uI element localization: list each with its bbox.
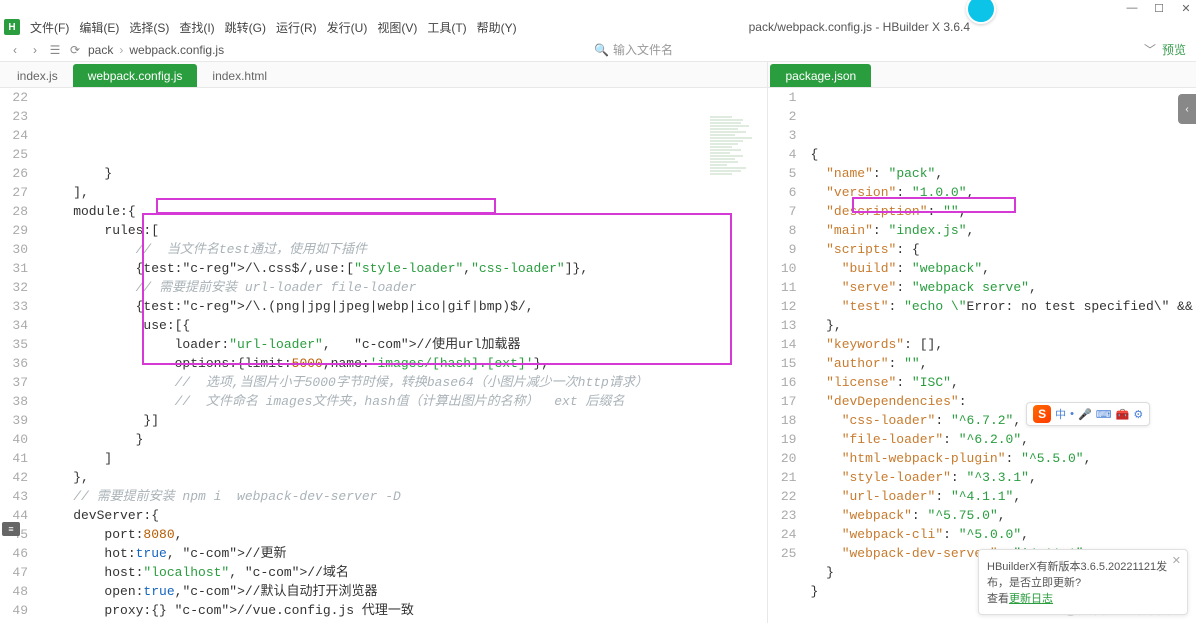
right-code[interactable]: { "name": "pack", "version": "1.0.0", "d… bbox=[806, 88, 1196, 623]
search-placeholder: 输入文件名 bbox=[613, 41, 673, 58]
ime-logo-icon: S bbox=[1033, 405, 1051, 423]
ime-toolbar[interactable]: S 中 • 🎤 ⌨ 🧰 ⚙ bbox=[1026, 402, 1150, 426]
tab-package-json[interactable]: package.json bbox=[770, 64, 871, 87]
menu-file[interactable]: 文件(F) bbox=[26, 17, 73, 38]
minimap[interactable] bbox=[710, 116, 765, 236]
search-icon: 🔍 bbox=[594, 43, 609, 57]
breadcrumb-file[interactable]: webpack.config.js bbox=[129, 43, 224, 57]
tab-index-js[interactable]: index.js bbox=[2, 64, 73, 87]
menu-publish[interactable]: 发行(U) bbox=[323, 17, 372, 38]
ime-punct-icon[interactable]: • bbox=[1070, 408, 1074, 420]
loop-icon[interactable]: ⟳ bbox=[68, 43, 82, 57]
minimize-icon[interactable]: — bbox=[1126, 2, 1138, 14]
breadcrumb-folder[interactable]: pack bbox=[88, 43, 113, 57]
titlebar: — ☐ ✕ bbox=[0, 0, 1196, 16]
menu-tools[interactable]: 工具(T) bbox=[423, 17, 470, 38]
tab-webpack-config[interactable]: webpack.config.js bbox=[73, 64, 198, 87]
update-notification: ✕ HBuilderX有新版本3.6.5.20221121发布，是否立即更新? … bbox=[978, 549, 1188, 615]
left-editor[interactable]: 2223242526272829303132333435363738394041… bbox=[0, 88, 767, 623]
side-panel-toggle[interactable]: ‹ bbox=[1178, 94, 1196, 124]
ime-keyboard-icon[interactable]: ⌨ bbox=[1096, 408, 1112, 421]
breadcrumb-sep: › bbox=[119, 43, 123, 57]
notif-prefix: 查看 bbox=[987, 593, 1009, 605]
close-icon[interactable]: ✕ bbox=[1180, 2, 1192, 14]
left-code[interactable]: } ], module:{ rules:[ // 当文件名test通过，使用如下… bbox=[38, 88, 767, 623]
nav-back-icon[interactable]: ‹ bbox=[8, 43, 22, 57]
menubar: H 文件(F) 编辑(E) 选择(S) 查找(I) 跳转(G) 运行(R) 发行… bbox=[0, 16, 1196, 38]
notif-text: HBuilderX有新版本3.6.5.20221121发布，是否立即更新? bbox=[987, 558, 1179, 590]
notif-close-icon[interactable]: ✕ bbox=[1172, 554, 1181, 567]
window-title: pack/webpack.config.js - HBuilder X 3.6.… bbox=[523, 20, 1196, 34]
tab-index-html[interactable]: index.html bbox=[197, 64, 282, 87]
menu-view[interactable]: 视图(V) bbox=[373, 17, 421, 38]
ime-lang-icon[interactable]: 中 bbox=[1055, 406, 1066, 422]
menu-run[interactable]: 运行(R) bbox=[272, 17, 321, 38]
notif-changelog-link[interactable]: 更新日志 bbox=[1009, 593, 1053, 605]
ime-tool-icon[interactable]: 🧰 bbox=[1116, 408, 1130, 421]
ime-mic-icon[interactable]: 🎤 bbox=[1078, 408, 1092, 421]
menu-help[interactable]: 帮助(Y) bbox=[473, 17, 521, 38]
right-gutter: 1234567891011121314151617181920212223242… bbox=[768, 88, 806, 623]
fold-toggle-icon[interactable]: ≡ bbox=[2, 522, 20, 536]
left-tabs: index.js webpack.config.js index.html bbox=[0, 62, 767, 88]
file-search[interactable]: 🔍 输入文件名 bbox=[594, 41, 774, 58]
right-tabs: package.json bbox=[768, 62, 1196, 88]
left-gutter: 2223242526272829303132333435363738394041… bbox=[0, 88, 38, 623]
menu-find[interactable]: 查找(I) bbox=[175, 17, 218, 38]
ime-settings-icon[interactable]: ⚙ bbox=[1133, 408, 1143, 421]
explorer-icon[interactable]: ☰ bbox=[48, 43, 62, 57]
app-logo-icon: H bbox=[4, 19, 20, 35]
toolbar-dropdown-icon[interactable]: ﹀ bbox=[1144, 41, 1156, 58]
preview-button[interactable]: 预览 bbox=[1162, 41, 1186, 58]
maximize-icon[interactable]: ☐ bbox=[1153, 2, 1165, 14]
right-editor[interactable]: 1234567891011121314151617181920212223242… bbox=[768, 88, 1196, 623]
nav-forward-icon[interactable]: › bbox=[28, 43, 42, 57]
menu-select[interactable]: 选择(S) bbox=[125, 17, 173, 38]
menu-edit[interactable]: 编辑(E) bbox=[75, 17, 123, 38]
toolbar: ‹ › ☰ ⟳ pack › webpack.config.js 🔍 输入文件名… bbox=[0, 38, 1196, 62]
menu-goto[interactable]: 跳转(G) bbox=[221, 17, 270, 38]
